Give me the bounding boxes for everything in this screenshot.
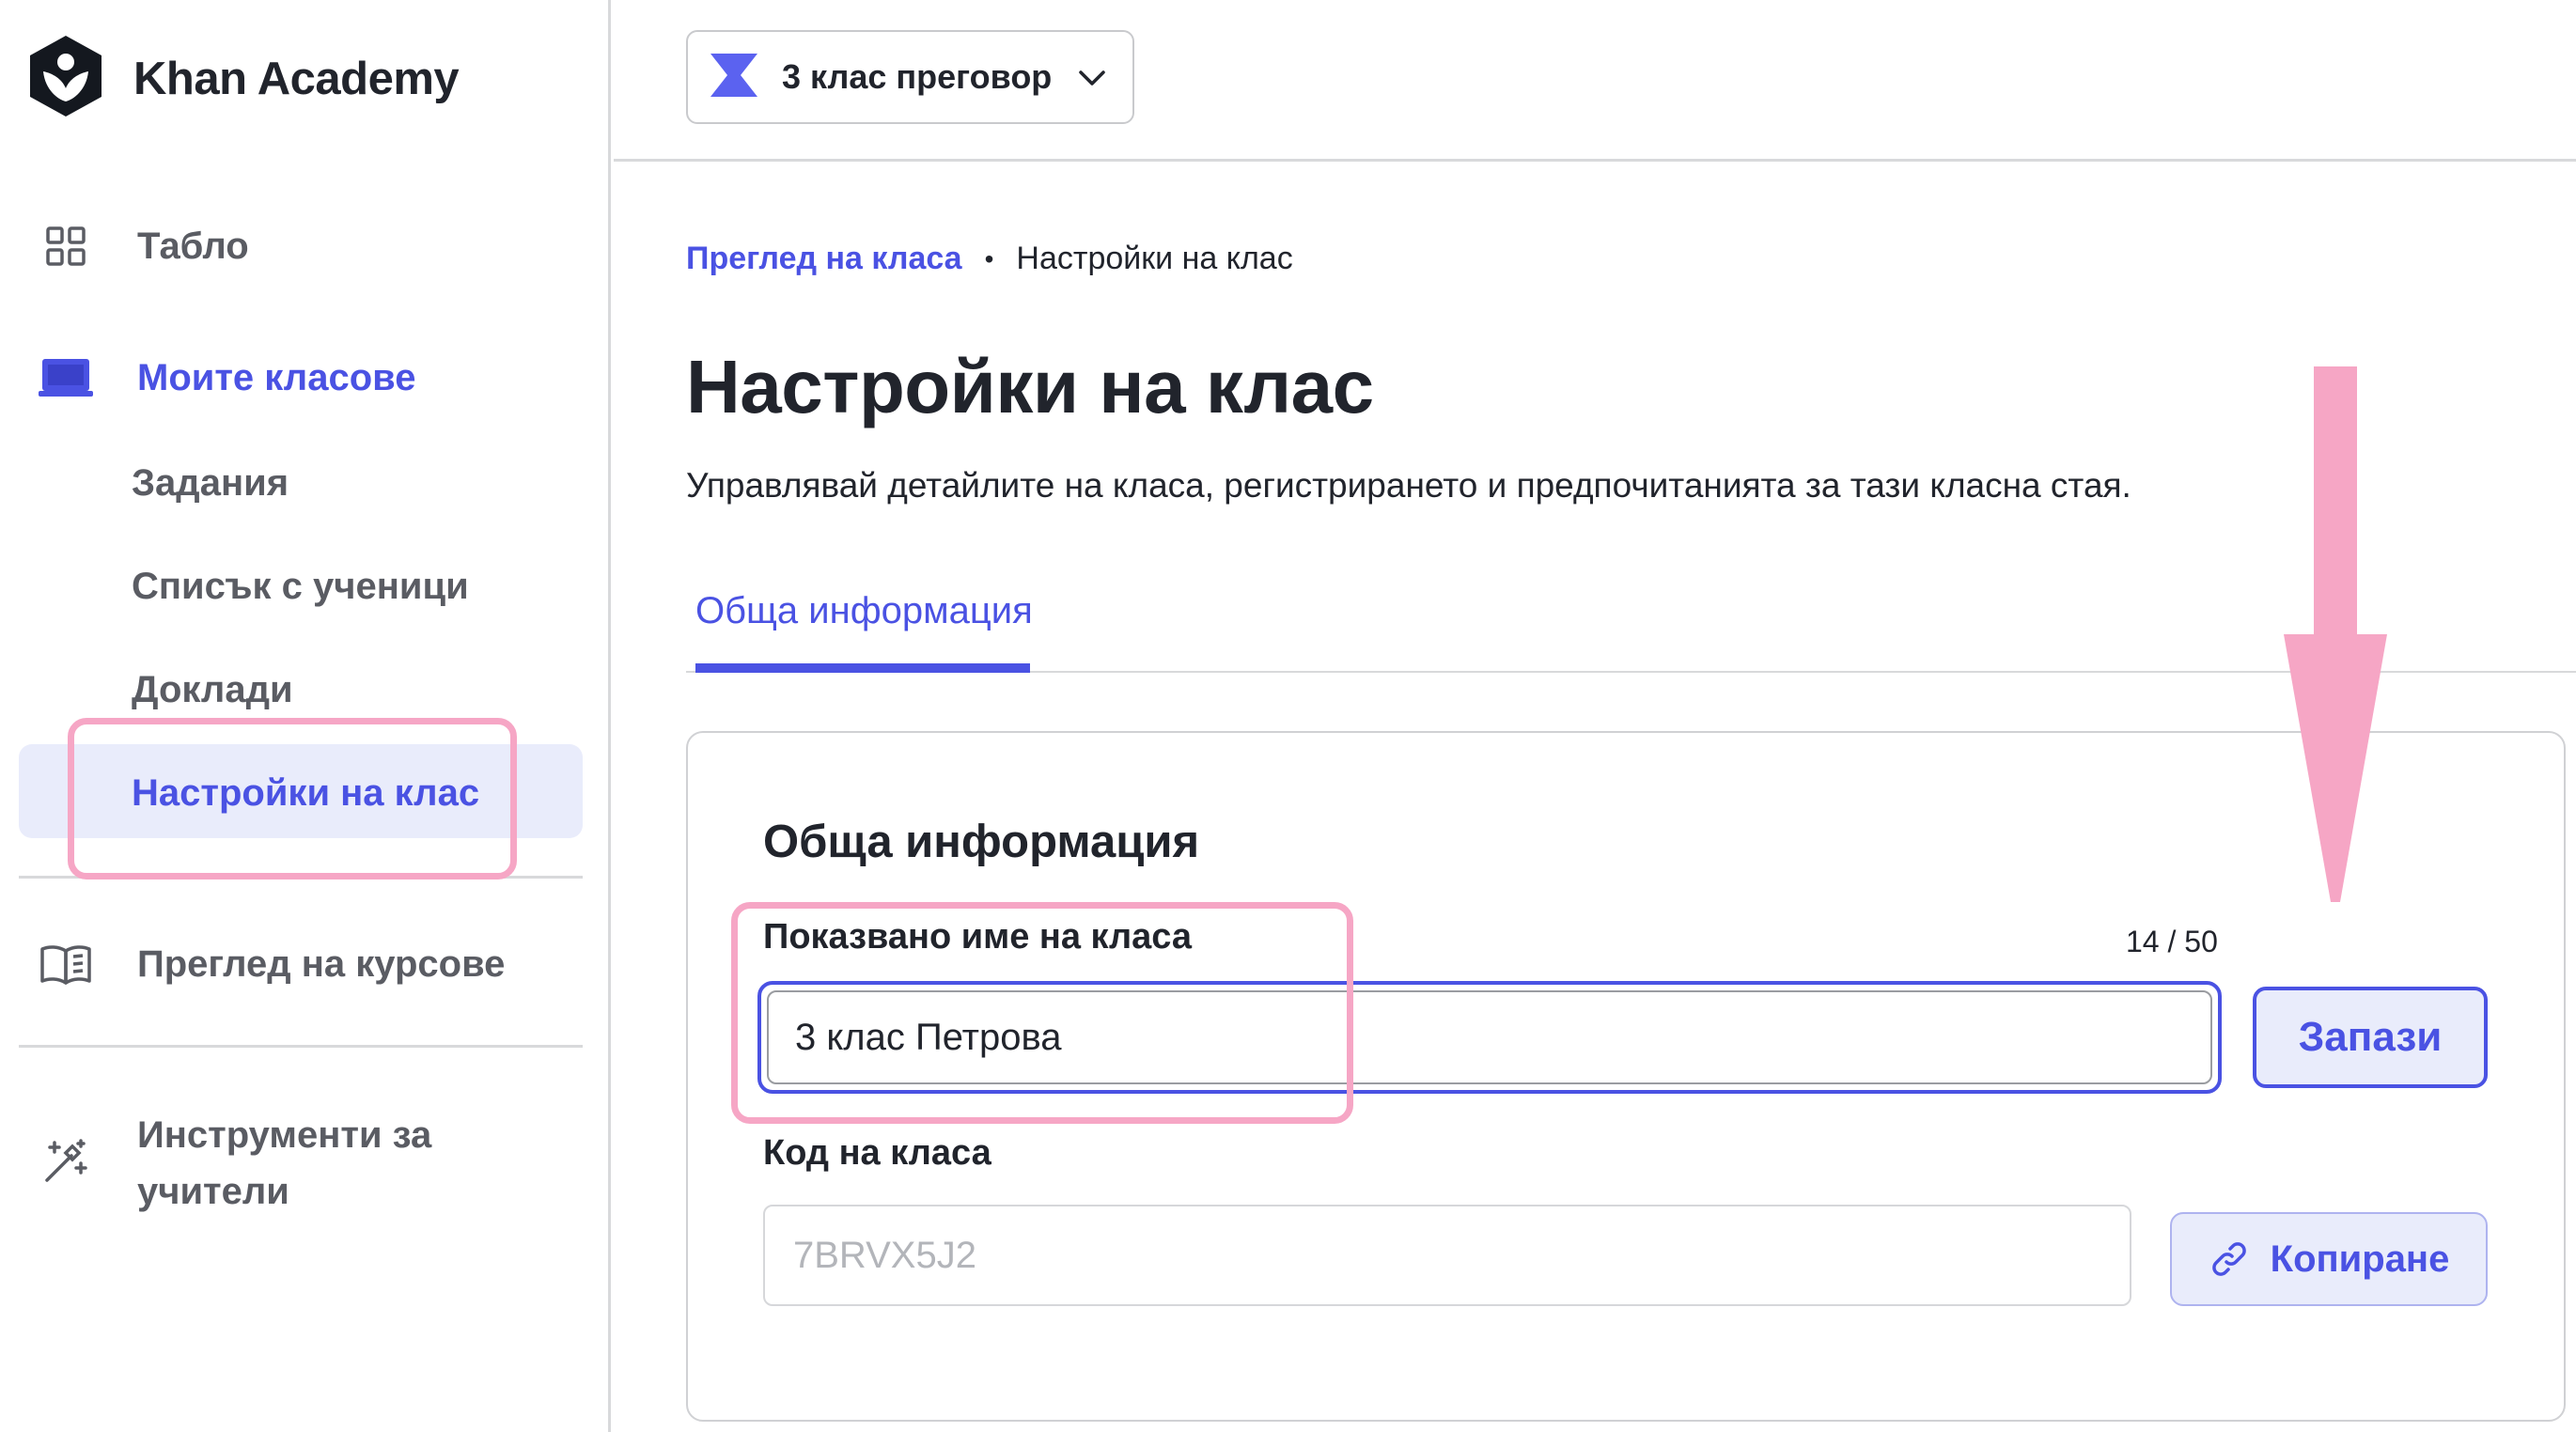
sidebar-subitem-assignments[interactable]: Задания — [132, 462, 289, 505]
sidebar-item-dashboard[interactable]: Табло — [38, 218, 249, 274]
sidebar-item-my-classes[interactable]: Моите класове — [38, 350, 415, 406]
logo[interactable]: Khan Academy — [26, 34, 460, 123]
card-title: Обща информация — [763, 817, 1200, 867]
divider — [19, 1045, 583, 1048]
character-counter: 14 / 50 — [2126, 925, 2218, 958]
breadcrumb-link-class-overview[interactable]: Преглед на класа — [686, 241, 962, 277]
sidebar-subitem-reports[interactable]: Доклади — [132, 669, 293, 711]
tab-active-indicator — [695, 663, 1030, 673]
breadcrumb-separator: • — [984, 243, 994, 273]
class-selector-value: 3 клас преговор — [782, 57, 1053, 96]
page-subtitle: Управлявай детайлите на класа, регистрир… — [686, 466, 2131, 505]
hourglass-icon — [709, 52, 759, 103]
save-button[interactable]: Запази — [2253, 987, 2488, 1088]
sidebar-subitem-roster[interactable]: Списък с ученици — [132, 566, 469, 608]
breadcrumb: Преглед на класа • Настройки на клас — [686, 241, 1293, 277]
breadcrumb-current: Настройки на клас — [1016, 241, 1293, 276]
open-book-icon — [38, 936, 94, 992]
sidebar: Khan Academy Табло Моите класове Задания… — [0, 0, 611, 1432]
copy-button[interactable]: Копиране — [2170, 1212, 2488, 1306]
page-title: Настройки на клас — [686, 345, 1374, 428]
highlight-box-class-settings — [68, 718, 517, 879]
down-arrow-annotation — [2284, 366, 2387, 907]
tab-general-info[interactable]: Обща информация — [695, 590, 1033, 632]
class-code-label: Код на класа — [763, 1133, 991, 1173]
grid-icon — [38, 218, 94, 274]
class-selector-dropdown[interactable]: 3 клас преговор — [686, 30, 1134, 124]
classroom-board-icon — [38, 350, 94, 406]
copy-button-label: Копиране — [2270, 1237, 2450, 1280]
sidebar-item-teacher-tools[interactable] — [38, 1133, 94, 1190]
app-name: Khan Academy — [133, 53, 460, 104]
link-icon — [2209, 1238, 2250, 1280]
magic-wand-icon — [38, 1133, 94, 1190]
sidebar-item-teacher-tools-label[interactable]: Инструменти за учители — [137, 1107, 513, 1220]
khan-academy-logo-icon — [26, 34, 105, 123]
sidebar-item-label: Табло — [137, 225, 249, 267]
highlight-box-display-name — [731, 902, 1353, 1124]
sidebar-item-label: Моите класове — [137, 356, 416, 398]
class-code-field: 7BRVX5J2 — [763, 1205, 2131, 1306]
sidebar-item-label: Преглед на курсове — [137, 942, 506, 985]
sidebar-item-course-review[interactable]: Преглед на курсове — [38, 936, 505, 992]
chevron-down-icon — [1076, 62, 1108, 99]
